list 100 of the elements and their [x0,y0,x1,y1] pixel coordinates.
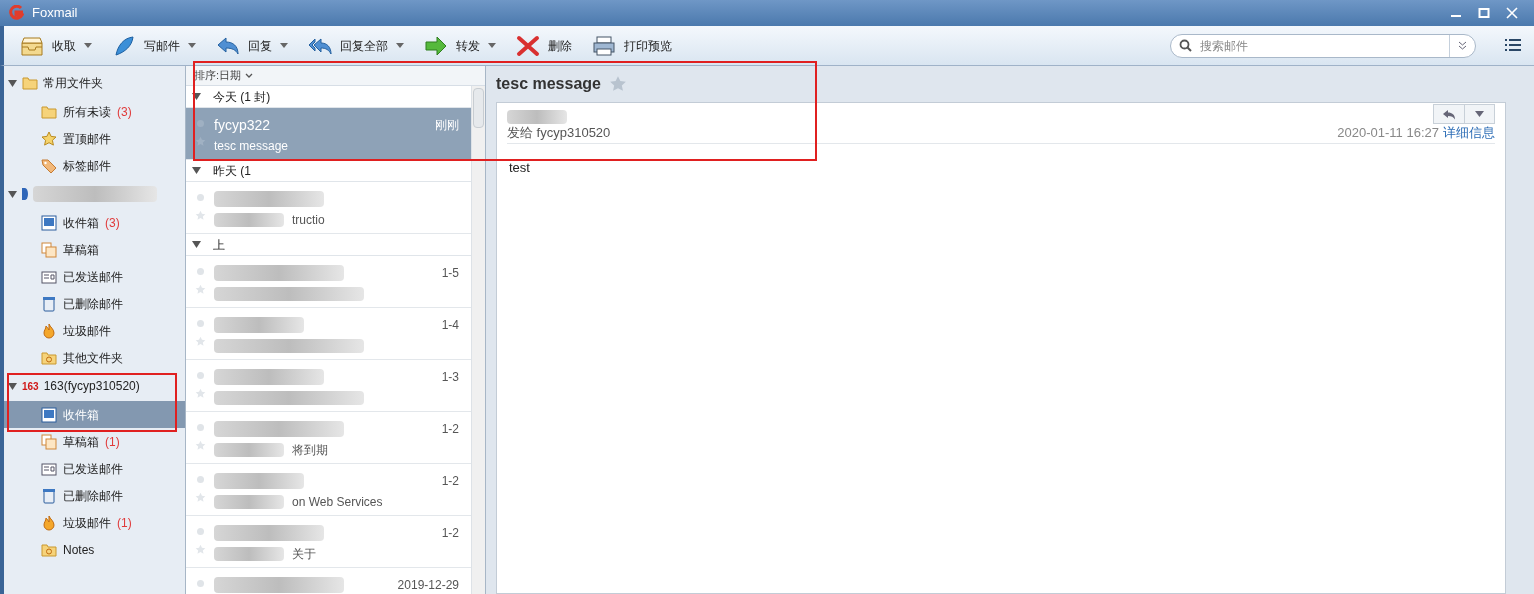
search-field[interactable]: 搜索邮件 [1200,36,1449,55]
folder-icon [41,349,57,366]
folder-item[interactable]: 草稿箱 [4,236,185,263]
toolbar-button[interactable]: 回复全部 [304,30,408,61]
tag-icon [41,157,57,174]
folder-item[interactable]: 所有未读 (3) [4,98,185,125]
maximize-icon[interactable] [1478,7,1490,19]
message-time: 1-2 [441,421,459,438]
expanded-triangle-icon[interactable] [8,381,17,391]
caret-icon [1475,111,1484,117]
sent-mail-icon [41,268,57,285]
folder-icon [41,103,57,120]
message-time: 1-4 [441,317,459,334]
app-logo-icon [8,5,24,21]
account-logo-text: 163 [22,379,39,394]
toolbar-button[interactable]: 删除 [512,30,576,61]
message-subject: tructio [292,212,325,229]
window-title: Foxmail [32,4,78,23]
folder-item[interactable]: 草稿箱 (1) [4,428,185,455]
folder-item[interactable]: 标签邮件 [4,152,185,179]
double-chevron-icon [1458,41,1467,50]
folder-label: 常用文件夹 [43,75,103,92]
caret-icon [280,43,288,48]
caret-icon [84,43,92,48]
star-icon[interactable] [194,135,206,147]
close-icon[interactable] [1506,7,1518,19]
details-link[interactable]: 详细信息 [1443,122,1495,143]
toolbar-button[interactable]: 写邮件 [108,30,200,61]
reply-icon [1442,108,1456,120]
unread-count: (1) [105,433,120,451]
delete-x-icon [516,34,540,57]
reply-icon [216,34,240,57]
sent-mail-icon [41,460,57,477]
folder-icon [22,75,38,91]
redacted-block [214,443,284,457]
flame-icon [41,514,57,531]
inbox-tray-icon [20,34,44,57]
drafts-icon [41,433,57,450]
account-icon [22,188,28,200]
reply-button[interactable] [1433,104,1465,124]
search-box[interactable]: 搜索邮件 [1170,33,1476,58]
group-label: 上 [213,236,225,254]
toolbar-button[interactable]: 回复 [212,30,292,61]
expanded-triangle-icon[interactable] [192,240,201,249]
star-icon[interactable] [194,491,206,503]
star-icon[interactable] [608,75,627,93]
star-icon[interactable] [194,209,206,221]
folder-item[interactable]: 已删除邮件 [4,290,185,317]
star-icon[interactable] [194,387,206,399]
redacted-block [214,547,284,561]
star-icon[interactable] [194,439,206,451]
sort-button[interactable]: 排序:日期 [186,66,485,86]
folder-item[interactable]: 垃圾邮件 [4,317,185,344]
redacted-block [214,213,284,227]
folder-item[interactable]: 其他文件夹 [4,344,185,371]
message-title: tesc message [496,74,601,94]
message-subject: 将到期 [292,442,328,459]
folder-item[interactable]: 已发送邮件 [4,263,185,290]
star-icon[interactable] [194,283,206,295]
toolbar-button[interactable]: 收取 [16,30,96,61]
folder-item[interactable]: 已发送邮件 [4,455,185,482]
message-time: 刚刚 [435,117,459,134]
folder-item[interactable]: 已删除邮件 [4,482,185,509]
account-row[interactable]: 163 163(fycyp310520) [4,371,185,401]
sender-name: fycyp322 [214,115,271,135]
star-icon[interactable] [194,543,206,555]
expanded-triangle-icon[interactable] [192,92,201,101]
message-body: test [508,159,531,177]
expanded-triangle-icon[interactable] [8,78,17,88]
recipient-line: 发给 fycyp310520 [507,123,611,142]
scrollbar-thumb[interactable] [473,88,484,128]
menu-icon [1505,39,1521,52]
folder-item[interactable]: 垃圾邮件 (1) [4,509,185,536]
feather-icon [112,34,136,57]
more-button[interactable] [1465,104,1495,124]
message-subject: 关于 [292,546,316,563]
forward-arrow-icon [424,34,448,57]
trash-icon [41,487,57,504]
star-icon[interactable] [194,335,206,347]
folder-item[interactable]: Notes [4,536,185,563]
chevron-down-icon [245,72,254,79]
redacted-block [507,110,567,124]
folder-item[interactable]: 收件箱 (3) [4,209,185,236]
expanded-triangle-icon[interactable] [192,166,201,175]
account-row[interactable]: 常用文件夹 [4,68,185,98]
group-label: 昨天 (1 [213,162,251,180]
message-subject: tesc message [214,138,289,155]
toolbar-button[interactable]: 打印预览 [588,30,676,61]
message-time: 1-5 [441,265,459,282]
inbox-icon [41,406,57,423]
folder-item[interactable]: 置顶邮件 [4,125,185,152]
redacted-block [214,495,284,509]
unread-count: (1) [117,514,132,532]
scrollbar[interactable] [471,86,485,594]
message-date: 2020-01-11 16:27 [1337,123,1439,142]
expanded-triangle-icon[interactable] [8,189,17,199]
flame-icon [41,322,57,339]
drafts-icon [41,241,57,258]
message-time: 1-2 [441,525,459,542]
toolbar-button[interactable]: 转发 [420,30,500,61]
